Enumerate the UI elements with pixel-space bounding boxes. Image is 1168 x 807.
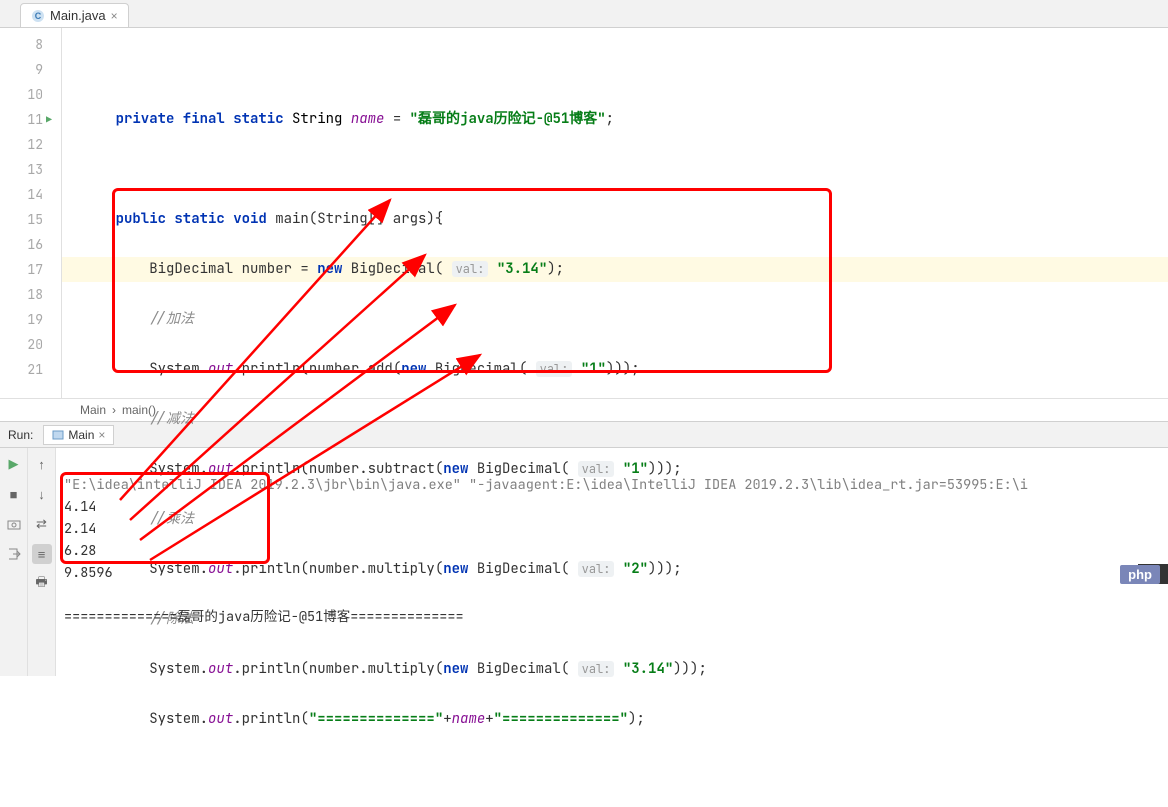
code-editor[interactable]: private final static String name = "磊哥的j… (62, 28, 1168, 398)
exit-icon[interactable] (4, 544, 24, 564)
run-config-icon (52, 429, 64, 441)
tab-filename: Main.java (50, 8, 106, 23)
editor-tab-bar: C Main.java × (0, 0, 1168, 28)
run-tool-window: ▶ ■ ↑ ↓ ⇄ ≡ 🖶 "E:\idea\intelliJ IDEA 201… (0, 448, 1168, 676)
run-label: Run: (8, 428, 33, 442)
svg-text:C: C (35, 11, 42, 21)
java-class-icon: C (31, 9, 45, 23)
line-number-gutter: 8 9 10 11▶ 12 13 14 15 16 17 18 19 20 21 (0, 28, 62, 398)
close-icon[interactable]: × (111, 9, 118, 23)
watermark-php: php (1120, 565, 1160, 584)
run-toolbar-outer: ▶ ■ (0, 448, 28, 676)
up-icon[interactable]: ↑ (32, 454, 52, 474)
print-icon[interactable]: 🖶 (32, 574, 52, 594)
soft-wrap-icon[interactable]: ≡ (32, 544, 52, 564)
camera-icon[interactable] (4, 514, 24, 534)
filter-icon[interactable]: ⇄ (32, 514, 52, 534)
gutter-run-icon[interactable]: ▶ (46, 107, 52, 132)
run-toolbar-inner: ↑ ↓ ⇄ ≡ 🖶 (28, 448, 56, 676)
editor-tab-main[interactable]: C Main.java × (20, 3, 129, 27)
run-button[interactable]: ▶ (4, 454, 24, 474)
console-output[interactable]: "E:\idea\intelliJ IDEA 2019.2.3\jbr\bin\… (56, 448, 1168, 676)
stop-button[interactable]: ■ (4, 484, 24, 504)
editor-area: 8 9 10 11▶ 12 13 14 15 16 17 18 19 20 21… (0, 28, 1168, 398)
down-icon[interactable]: ↓ (32, 484, 52, 504)
